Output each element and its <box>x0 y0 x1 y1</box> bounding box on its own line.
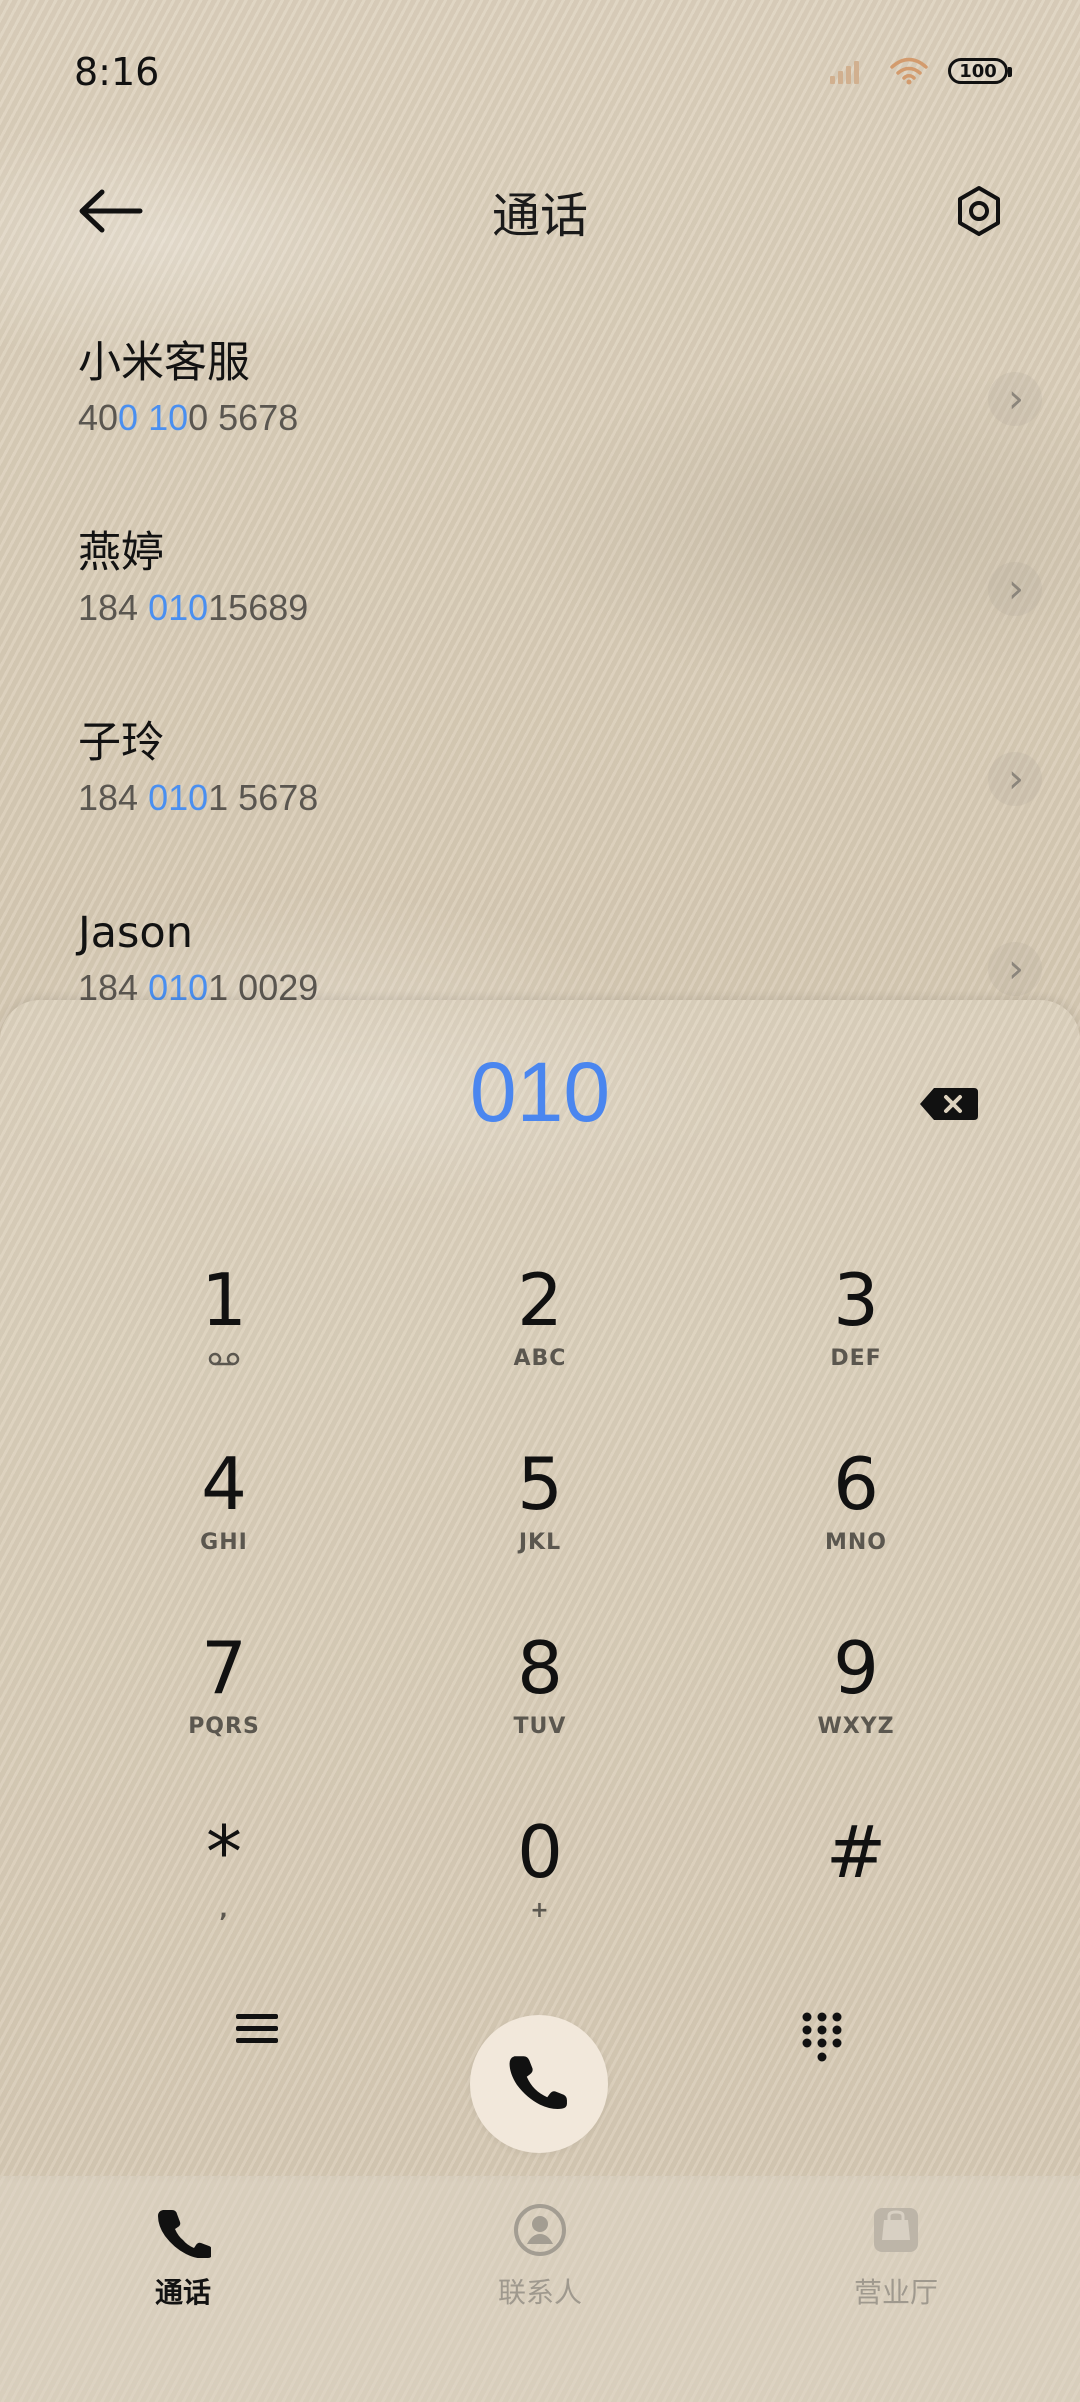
status-bar: 8:16 100 <box>0 0 1080 150</box>
dial-key-7[interactable]: 7 PQRS <box>94 1632 354 1782</box>
contact-number: 184 01015689 <box>78 586 1080 629</box>
contact-details-button[interactable]: › <box>988 942 1042 996</box>
dial-key-letters: TUV <box>513 1714 567 1739</box>
dial-key-letters: GHI <box>200 1530 248 1555</box>
number-segment: 184 <box>78 586 149 628</box>
battery-icon: 100 <box>948 58 1012 84</box>
dial-key-3[interactable]: 3 DEF <box>726 1264 986 1414</box>
dial-key-5[interactable]: 5 JKL <box>410 1448 670 1598</box>
nav-item-store[interactable]: 营业厅 <box>786 2202 1006 2310</box>
keypad-icon[interactable] <box>799 2009 845 2067</box>
dial-key-letters: PQRS <box>188 1714 260 1739</box>
dial-key-digit: 9 <box>833 1626 879 1710</box>
contact-details-button[interactable]: › <box>988 372 1042 426</box>
nav-label-store: 营业厅 <box>853 2276 938 2309</box>
dial-key-digit: 7 <box>201 1626 247 1710</box>
dial-key-digit: 3 <box>833 1258 879 1342</box>
contact-name: 小米客服 <box>78 338 250 388</box>
dial-key-2[interactable]: 2 ABC <box>410 1264 670 1414</box>
dial-key-1[interactable]: 1 <box>94 1264 354 1414</box>
status-icons: 100 <box>828 56 1012 86</box>
contact-details-button[interactable]: › <box>988 752 1042 806</box>
contact-item[interactable]: 小米客服 400 100 5678 › <box>0 320 1080 510</box>
contact-item[interactable]: 子玲 184 0101 5678 › <box>0 700 1080 890</box>
dial-key-6[interactable]: 6 MNO <box>726 1448 986 1598</box>
dial-key-letters: ABC <box>513 1346 567 1371</box>
nav-item-contacts[interactable]: 联系人 <box>430 2202 650 2310</box>
number-segment: 1 5678 <box>208 776 319 818</box>
dial-key-digit: 8 <box>517 1626 563 1710</box>
dial-key-letters: , <box>219 1898 229 1923</box>
page-title: 通话 <box>491 188 588 244</box>
settings-icon[interactable] <box>952 184 1006 238</box>
chevron-right-icon: › <box>1008 566 1024 612</box>
menu-icon[interactable] <box>234 2010 280 2048</box>
nav-label-calls: 通话 <box>154 2276 211 2309</box>
dial-key-letters: WXYZ <box>817 1714 895 1739</box>
voicemail-icon <box>208 1352 240 1366</box>
contact-name: Jason <box>78 908 193 958</box>
dial-key-digit: 5 <box>517 1442 563 1526</box>
nav-label-contacts: 联系人 <box>497 2276 582 2309</box>
number-segment: 40 <box>78 396 119 438</box>
number-match-segment: 010 <box>148 776 209 818</box>
dial-key-digit: # <box>825 1810 887 1894</box>
chevron-right-icon: › <box>1008 376 1024 422</box>
signal-icon <box>830 61 859 84</box>
wifi-icon <box>890 57 928 85</box>
dial-key-digit: * <box>206 1810 242 1894</box>
battery-level: 100 <box>959 60 997 82</box>
dial-key-digit: 4 <box>201 1442 247 1526</box>
chevron-right-icon: › <box>1008 946 1024 992</box>
number-segment: 184 <box>78 776 149 818</box>
contact-item[interactable]: Jason 184 0101 0029 › <box>0 890 1080 1010</box>
contact-name: 燕婷 <box>78 528 164 578</box>
call-button[interactable] <box>470 2015 608 2153</box>
dial-key-digit: 1 <box>201 1258 247 1342</box>
number-match-segment: 0 <box>118 396 139 438</box>
phone-icon <box>158 2210 211 2258</box>
chevron-right-icon: › <box>1008 756 1024 802</box>
nav-item-calls[interactable]: 通话 <box>73 2202 293 2310</box>
battery-tip <box>1008 67 1012 77</box>
dial-key-letters: JKL <box>518 1530 562 1555</box>
dial-key-digit: 6 <box>833 1442 879 1526</box>
contact-details-button[interactable]: › <box>988 562 1042 616</box>
contact-name: 子玲 <box>78 718 164 768</box>
backspace-icon[interactable] <box>918 1084 980 1124</box>
dial-key-digit: 0 <box>517 1810 563 1894</box>
dial-actions <box>0 1985 1080 2153</box>
phone-icon <box>509 2056 567 2110</box>
store-icon <box>874 2208 918 2252</box>
number-segment: 15689 <box>208 586 309 628</box>
dial-key-9[interactable]: 9 WXYZ <box>726 1632 986 1782</box>
contacts-icon <box>514 2204 566 2256</box>
dial-key-letters: + <box>530 1898 550 1923</box>
contact-number: 400 100 5678 <box>78 396 1080 439</box>
contacts-list: 小米客服 400 100 5678 › 燕婷 184 01015689 › 子玲… <box>0 320 1080 1010</box>
bottom-navigation: 通话 联系人 营业厅 <box>0 2176 1080 2402</box>
dial-key-hash[interactable]: # <box>726 1816 986 1966</box>
dialpad-panel: 010 1 2 ABC 3 DEF 4 GHI 5 JKL 6 MNO 7 PQ… <box>0 1000 1080 2176</box>
contact-item[interactable]: 燕婷 184 01015689 › <box>0 510 1080 700</box>
number-match-segment: 10 <box>148 396 189 438</box>
dial-key-8[interactable]: 8 TUV <box>410 1632 670 1782</box>
status-time: 8:16 <box>74 50 160 94</box>
dial-key-letters: DEF <box>830 1346 882 1371</box>
top-app-bar: 通话 <box>0 150 1080 270</box>
dial-key-letters: MNO <box>824 1530 887 1555</box>
dial-key-star[interactable]: * , <box>94 1816 354 1966</box>
dial-key-4[interactable]: 4 GHI <box>94 1448 354 1598</box>
dial-key-0[interactable]: 0 + <box>410 1816 670 1966</box>
number-match-segment: 010 <box>148 586 209 628</box>
dial-key-digit: 2 <box>517 1258 563 1342</box>
number-segment <box>138 397 148 438</box>
number-segment: 0 5678 <box>188 396 299 438</box>
contact-number: 184 0101 5678 <box>78 776 1080 819</box>
